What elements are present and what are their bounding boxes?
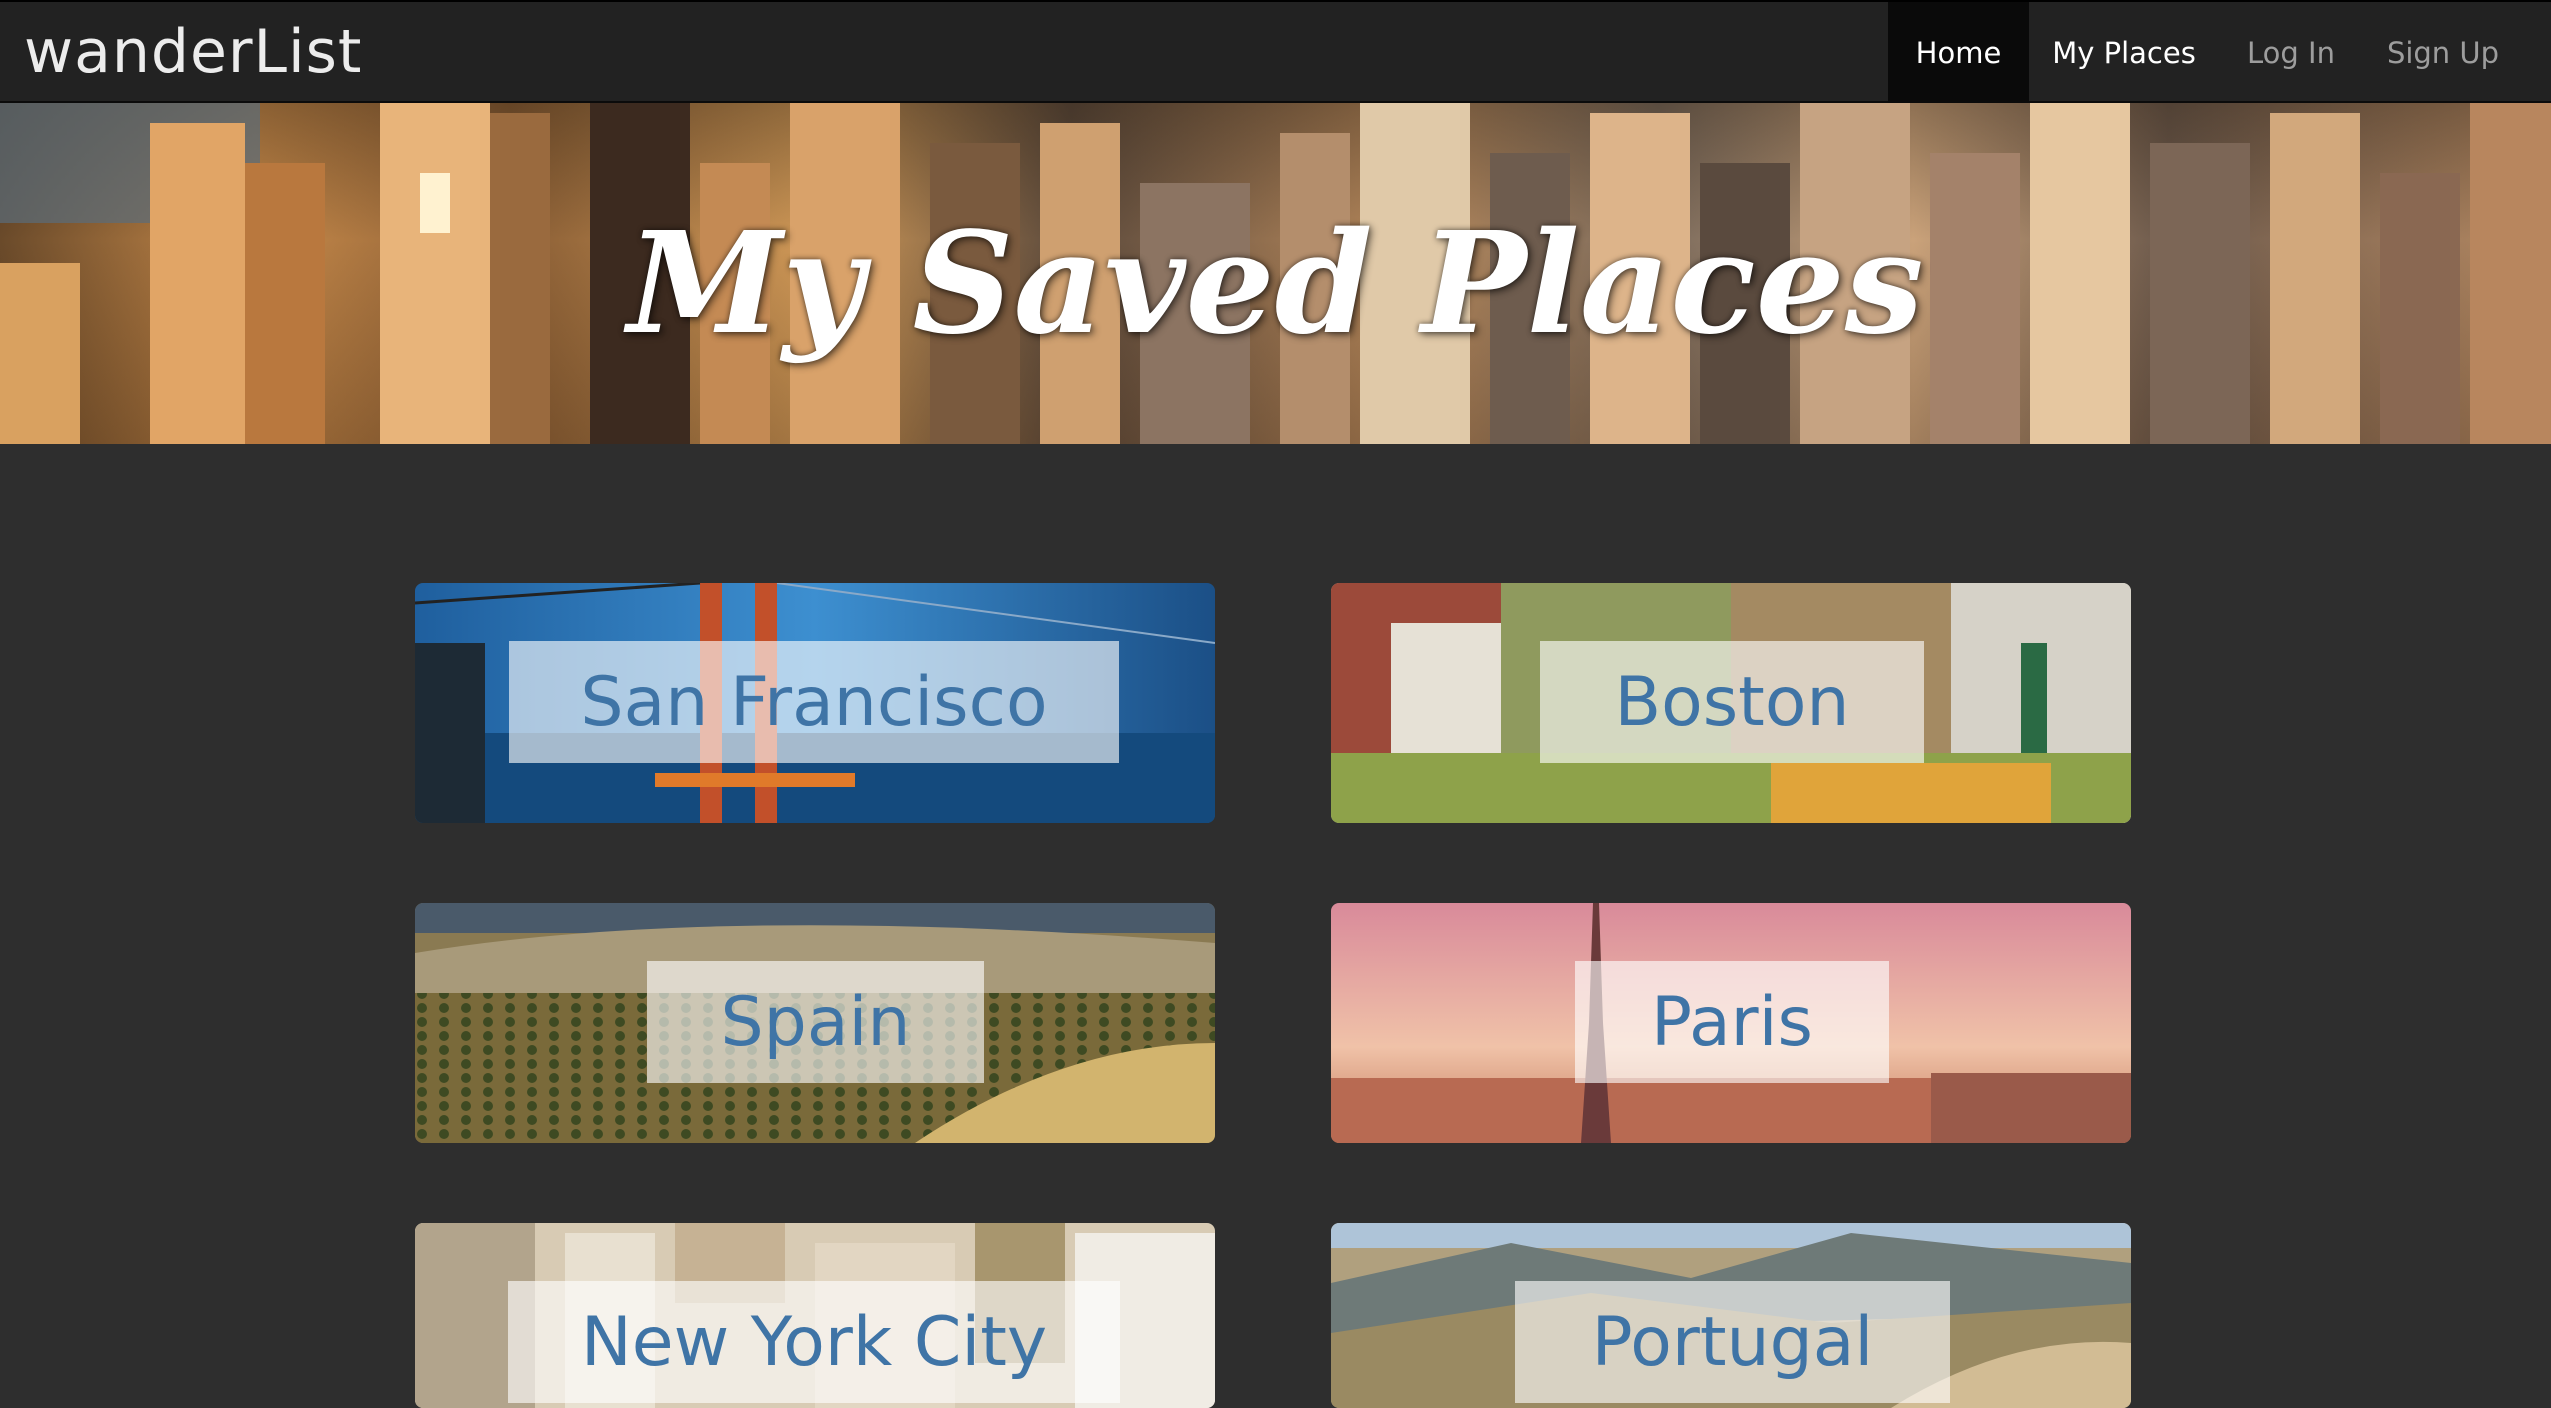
nav-home[interactable]: Home <box>1888 2 2029 103</box>
place-card-label: Portugal <box>1515 1281 1950 1403</box>
hero-banner: My Saved Places <box>0 103 2551 444</box>
place-card-label: San Francisco <box>509 641 1119 763</box>
brand-logo[interactable]: wanderList <box>24 12 362 92</box>
nav-sign-up[interactable]: Sign Up <box>2363 2 2523 103</box>
page-title: My Saved Places <box>627 201 1924 366</box>
place-card-new-york-city[interactable]: New York City <box>415 1223 1215 1408</box>
place-card-portugal[interactable]: Portugal <box>1331 1223 2131 1408</box>
nav-log-in[interactable]: Log In <box>2219 2 2363 103</box>
place-card-label: Spain <box>647 961 984 1083</box>
nav-my-places[interactable]: My Places <box>2029 2 2219 103</box>
place-card-spain[interactable]: Spain <box>415 903 1215 1143</box>
place-card-label: Paris <box>1575 961 1889 1083</box>
place-card-san-francisco[interactable]: San Francisco <box>415 583 1215 823</box>
place-card-label: New York City <box>508 1281 1120 1403</box>
navbar: wanderList Home My Places Log In Sign Up <box>0 0 2551 103</box>
place-card-boston[interactable]: Boston <box>1331 583 2131 823</box>
place-card-paris[interactable]: Paris <box>1331 903 2131 1143</box>
place-card-label: Boston <box>1540 641 1924 763</box>
